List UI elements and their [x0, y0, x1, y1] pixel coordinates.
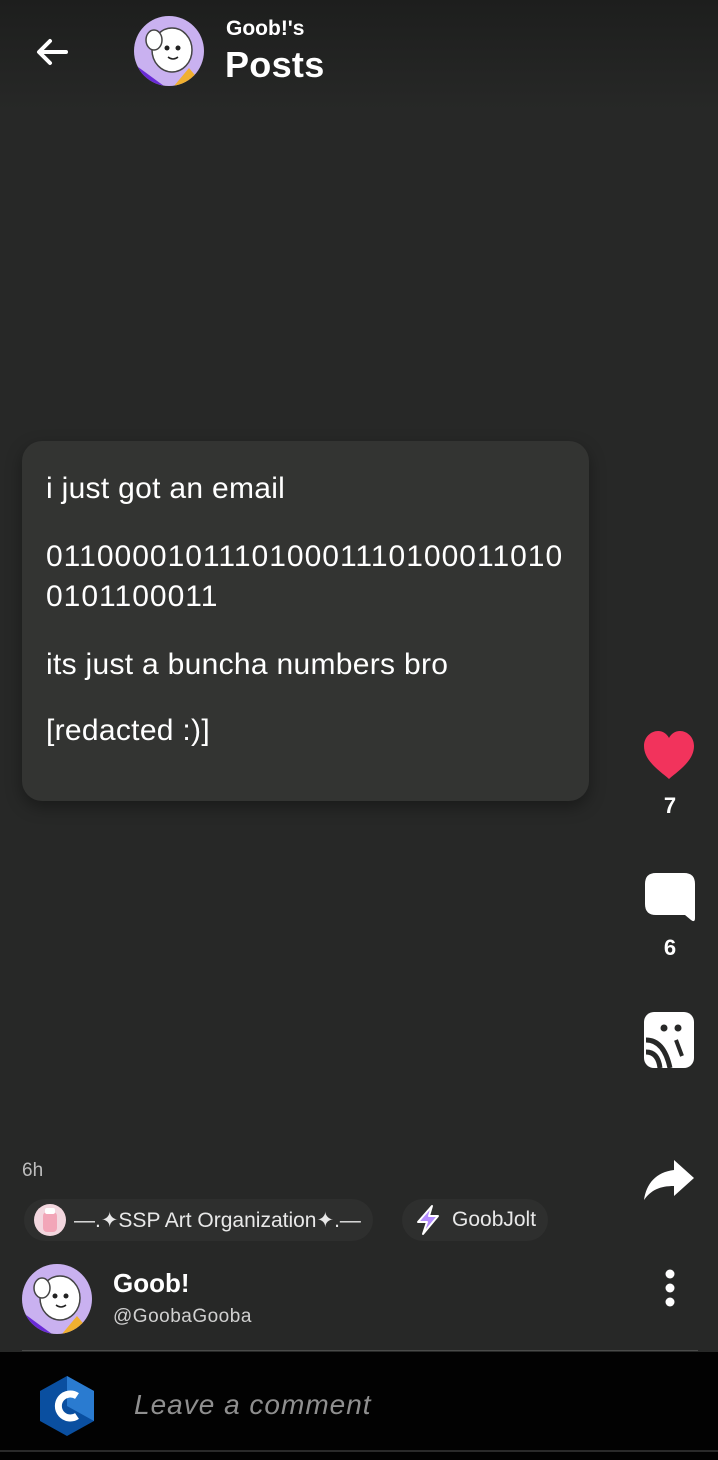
heart-icon[interactable]	[642, 730, 696, 782]
avatar-image	[134, 16, 204, 86]
back-arrow-icon[interactable]	[30, 30, 74, 74]
avatar[interactable]	[134, 16, 204, 86]
divider	[22, 1350, 698, 1351]
header: Goob!'s Posts	[0, 0, 718, 110]
community-chip-label: GoobJolt	[452, 1208, 537, 1231]
community-chip[interactable]: —.✦SSP Art Organization✦.—	[24, 1199, 373, 1241]
author-handle: @GoobaGooba	[113, 1306, 252, 1327]
more-vertical-icon[interactable]	[656, 1268, 684, 1308]
post-detail-screen: Goob!'s Posts i just got an email 011000…	[0, 0, 718, 1460]
community-chip[interactable]: GoobJolt	[402, 1199, 549, 1241]
divider	[0, 1450, 718, 1452]
community-avatar	[34, 1204, 66, 1236]
user-avatar	[40, 1376, 94, 1436]
post-card[interactable]: i just got an email 01100001011101000111…	[22, 441, 589, 801]
comment-bubble-icon[interactable]	[642, 870, 698, 926]
stage-icon[interactable]	[642, 1010, 696, 1070]
post-text-line: [redacted :)]	[46, 714, 210, 747]
post-text-binary: 0110000101110100011101000110100101100011	[46, 540, 564, 613]
post-timestamp: 6h	[22, 1160, 44, 1181]
page-title: Posts	[225, 44, 325, 85]
share-arrow-icon[interactable]	[642, 1158, 696, 1202]
author-name[interactable]: Goob!	[113, 1268, 190, 1299]
comment-input[interactable]	[134, 1382, 654, 1428]
like-count: 7	[663, 793, 677, 818]
comment-count: 6	[663, 935, 677, 960]
comment-bar	[0, 1352, 718, 1460]
post-text-line: i just got an email	[46, 472, 286, 505]
author-avatar[interactable]	[22, 1264, 92, 1334]
lightning-icon	[417, 1205, 439, 1235]
community-chip-label: —.✦SSP Art Organization✦.—	[74, 1208, 361, 1232]
post-text-line: its just a buncha numbers bro	[46, 648, 449, 681]
header-subtitle: Goob!'s	[226, 17, 305, 40]
